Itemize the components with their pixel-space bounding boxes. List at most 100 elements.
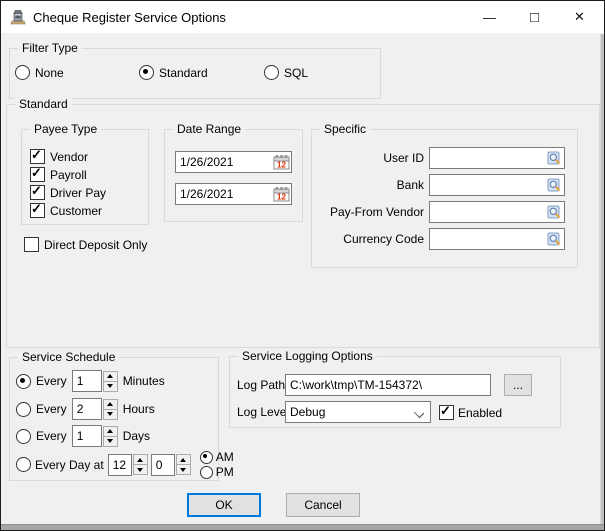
minutes-spinner [103, 371, 118, 392]
log-level-dropdown[interactable]: Debug [285, 401, 431, 423]
checkbox-icon [24, 237, 39, 252]
pay-from-vendor-row: Pay-From Vendor [312, 201, 565, 223]
radio-label: Standard [159, 66, 208, 80]
spin-down-button[interactable] [176, 464, 191, 475]
minimize-icon: — [483, 10, 496, 25]
bank-field[interactable] [429, 174, 565, 196]
radio-pm[interactable]: PM [200, 465, 234, 479]
hour-value[interactable]: 12 [108, 454, 132, 476]
checkbox-enabled[interactable]: Enabled [439, 405, 502, 420]
window-title: Cheque Register Service Options [33, 10, 226, 25]
checkbox-vendor[interactable]: Vendor [30, 149, 88, 164]
user-id-row: User ID [312, 147, 565, 169]
user-id-label: User ID [312, 151, 424, 165]
spin-down-button[interactable] [103, 381, 118, 392]
checkbox-label: Vendor [50, 150, 88, 164]
arrow-down-icon [107, 412, 113, 416]
checkbox-label: Payroll [50, 168, 87, 182]
radio-icon[interactable] [16, 402, 31, 417]
window-controls: — □ ✕ [467, 1, 602, 33]
filter-type-group-label: Filter Type [18, 41, 82, 55]
spin-down-button[interactable] [103, 409, 118, 420]
currency-code-row: Currency Code [312, 228, 565, 250]
arrow-up-icon [107, 402, 113, 406]
checkbox-direct-deposit-only[interactable]: Direct Deposit Only [24, 237, 147, 252]
date-to-input[interactable] [176, 185, 272, 203]
maximize-button[interactable]: □ [512, 1, 557, 33]
minutes-value[interactable]: 1 [72, 370, 102, 392]
log-level-label: Log Level [237, 405, 289, 419]
arrow-down-icon [107, 439, 113, 443]
minimize-button[interactable]: — [467, 1, 512, 33]
browse-button-label: ... [513, 378, 523, 392]
svg-text:12: 12 [277, 193, 286, 202]
date-range-group: Date Range 12 [164, 129, 303, 222]
checkbox-icon [30, 203, 45, 218]
spin-down-button[interactable] [133, 464, 148, 475]
bank-row: Bank [312, 174, 565, 196]
ok-button[interactable]: OK [187, 493, 261, 517]
user-id-input[interactable] [430, 149, 545, 167]
radio-filter-none[interactable]: None [15, 65, 64, 80]
radio-label: PM [216, 465, 234, 479]
lookup-icon[interactable] [545, 177, 563, 193]
radio-label: SQL [284, 66, 308, 80]
checkbox-payroll[interactable]: Payroll [30, 167, 87, 182]
radio-filter-sql[interactable]: SQL [264, 65, 308, 80]
radio-icon [200, 466, 213, 479]
bank-input[interactable] [430, 176, 545, 194]
arrow-down-icon [180, 468, 186, 472]
radio-filter-standard[interactable]: Standard [139, 65, 208, 80]
checkbox-driver-pay[interactable]: Driver Pay [30, 185, 106, 200]
date-from-input[interactable] [176, 153, 272, 171]
days-value[interactable]: 1 [72, 425, 102, 447]
schedule-row-minutes: Every 1 Minutes [16, 370, 165, 392]
minute-value[interactable]: 0 [151, 454, 175, 476]
browse-button[interactable]: ... [504, 374, 532, 396]
checkbox-icon [30, 149, 45, 164]
user-id-field[interactable] [429, 147, 565, 169]
checkbox-label: Direct Deposit Only [44, 238, 147, 252]
cancel-button[interactable]: Cancel [286, 493, 360, 517]
service-schedule-group: Service Schedule Every 1 Minutes Every 2… [9, 357, 219, 481]
log-path-input[interactable] [286, 376, 490, 394]
checkbox-customer[interactable]: Customer [30, 203, 102, 218]
checkbox-icon [30, 167, 45, 182]
log-path-field[interactable] [285, 374, 491, 396]
log-level-value: Debug [290, 405, 325, 419]
currency-code-field[interactable] [429, 228, 565, 250]
radio-icon[interactable] [16, 374, 31, 389]
radio-icon [200, 451, 213, 464]
lookup-icon[interactable] [545, 204, 563, 220]
filter-type-group: Filter Type None Standard SQL [9, 48, 381, 99]
dialog-window: Cheque Register Service Options — □ ✕ Fi… [0, 0, 605, 531]
pay-from-vendor-field[interactable] [429, 201, 565, 223]
specific-group: Specific User ID Bank [311, 129, 578, 268]
arrow-down-icon [137, 468, 143, 472]
checkbox-icon [30, 185, 45, 200]
checkbox-icon [439, 405, 454, 420]
radio-am[interactable]: AM [200, 450, 234, 464]
close-button[interactable]: ✕ [557, 1, 602, 33]
pay-from-vendor-input[interactable] [430, 203, 545, 221]
radio-icon [139, 65, 154, 80]
calendar-icon[interactable]: 12 [272, 154, 290, 170]
lookup-icon[interactable] [545, 150, 563, 166]
date-to-field[interactable]: 12 [175, 183, 292, 205]
radio-icon[interactable] [16, 457, 31, 472]
service-logging-group: Service Logging Options Log Path ... Log… [229, 356, 561, 428]
lookup-icon[interactable] [545, 231, 563, 247]
days-spinner [103, 426, 118, 447]
schedule-row-daily: Every Day at 12 0 AM PM [16, 450, 234, 479]
arrow-up-icon [107, 374, 113, 378]
calendar-icon[interactable]: 12 [272, 186, 290, 202]
date-range-group-label: Date Range [173, 122, 245, 136]
pay-from-vendor-label: Pay-From Vendor [312, 205, 424, 219]
radio-icon[interactable] [16, 429, 31, 444]
arrow-up-icon [180, 458, 186, 462]
hours-value[interactable]: 2 [72, 398, 102, 420]
spin-down-button[interactable] [103, 436, 118, 447]
currency-code-input[interactable] [430, 230, 545, 248]
specific-group-label: Specific [320, 122, 370, 136]
date-from-field[interactable]: 12 [175, 151, 292, 173]
